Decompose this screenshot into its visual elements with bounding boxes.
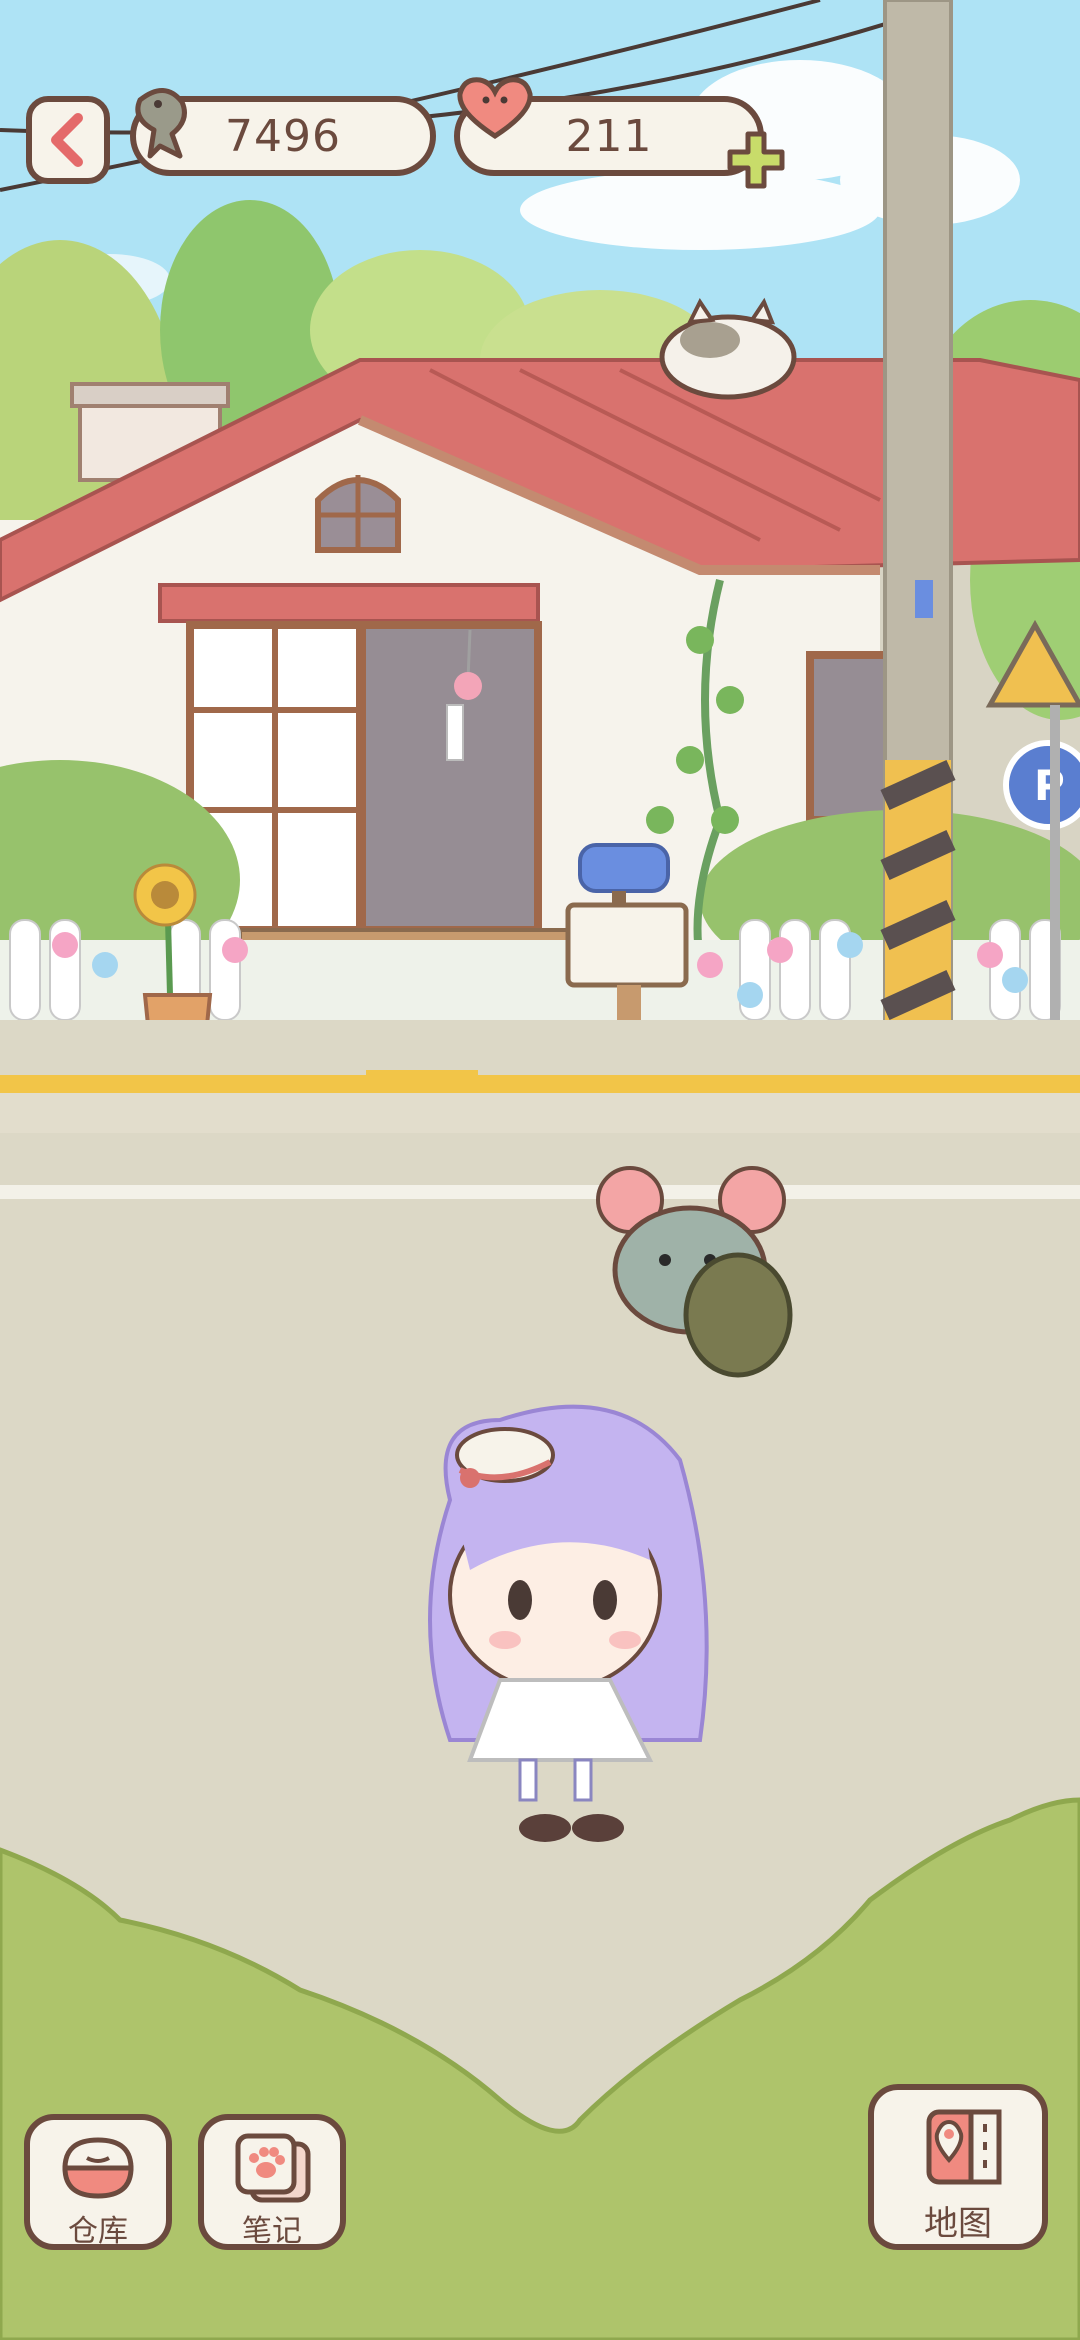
- plus-icon: [727, 131, 785, 189]
- map-icon: [926, 2109, 1002, 2185]
- map-label: 地图: [924, 2204, 992, 2244]
- add-hearts-button[interactable]: [720, 124, 792, 196]
- wind-chime: [454, 672, 482, 700]
- warehouse-button[interactable]: 仓库: [24, 2114, 172, 2250]
- mailbox-sign: [565, 902, 689, 988]
- house-door: [358, 621, 542, 934]
- chevron-left-icon: [51, 113, 83, 167]
- fish-icon: [135, 88, 187, 159]
- back-button[interactable]: [26, 96, 110, 184]
- side-window: [806, 651, 894, 824]
- heart-icon: [457, 77, 533, 139]
- game-scene: P: [0, 0, 1080, 2340]
- paw-notebook-icon: [235, 2133, 311, 2203]
- map-button[interactable]: 地图: [868, 2084, 1048, 2250]
- warehouse-label: 仓库: [68, 2214, 128, 2249]
- road-line: [0, 1185, 1080, 1199]
- mailbox: [578, 843, 670, 893]
- svg-text:P: P: [1034, 761, 1065, 810]
- heart-count: 211: [565, 110, 653, 162]
- curb-stripe: [0, 1075, 1080, 1093]
- notes-button[interactable]: 笔记: [198, 2114, 346, 2250]
- notes-label: 笔记: [242, 2214, 302, 2249]
- warehouse-icon: [62, 2137, 134, 2199]
- sidewalk: [0, 1020, 1080, 1075]
- door-awning: [158, 583, 540, 623]
- fish-count: 7496: [225, 110, 341, 162]
